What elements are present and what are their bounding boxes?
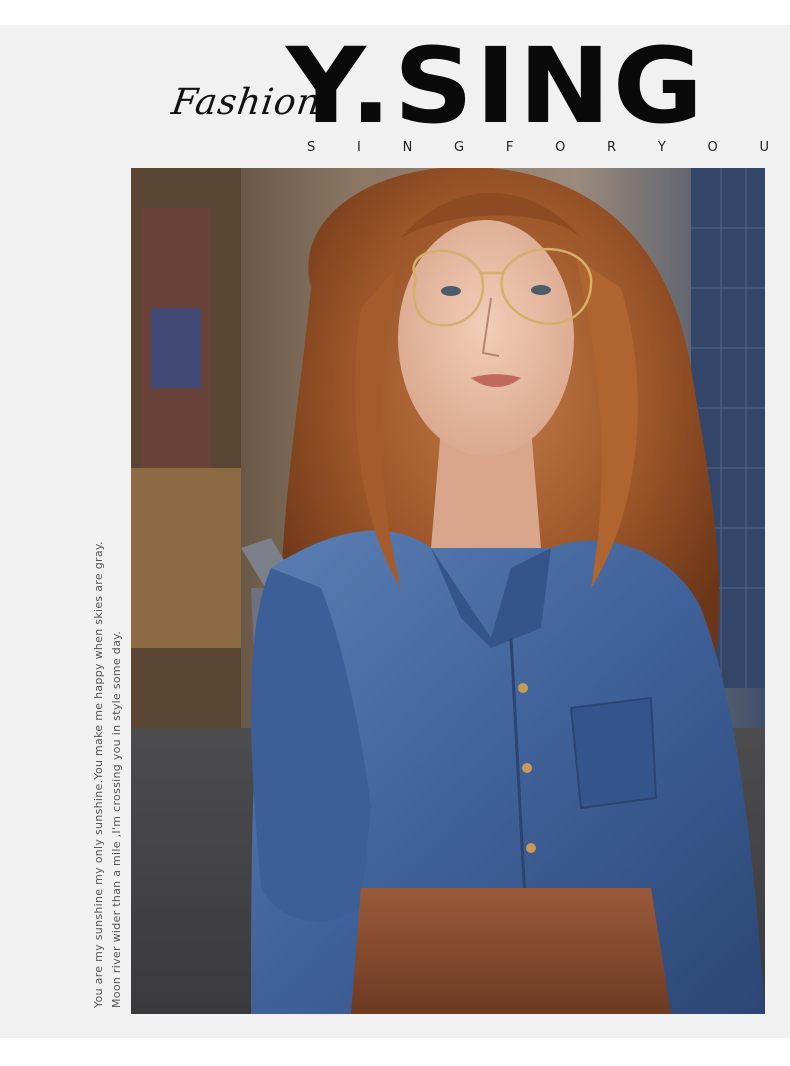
side-caption-line-2: Moon river wider than a mile ,I'm crossi… (110, 630, 123, 1008)
side-caption: You are my sunshine my only sunshine.You… (90, 541, 126, 1008)
tagline-letter: N (402, 140, 413, 155)
tagline-letter: G (454, 140, 465, 155)
tagline-letter: I (357, 140, 361, 155)
tagline-letter: O (707, 140, 718, 155)
model-photo-illustration (131, 168, 765, 1014)
side-caption-line-1: You are my sunshine my only sunshine.You… (92, 541, 105, 1008)
model-photo (131, 168, 765, 1014)
tagline-letter: S (307, 140, 316, 155)
tagline-letter: O (555, 140, 566, 155)
tagline-letter: U (759, 140, 769, 155)
tagline-letter: Y (657, 140, 666, 155)
brand-logo: Y.SING (286, 25, 706, 147)
tagline-letter: R (607, 140, 617, 155)
tagline-letter: F (505, 140, 514, 155)
brand-tagline: S I N G F O R Y O U (307, 140, 769, 155)
